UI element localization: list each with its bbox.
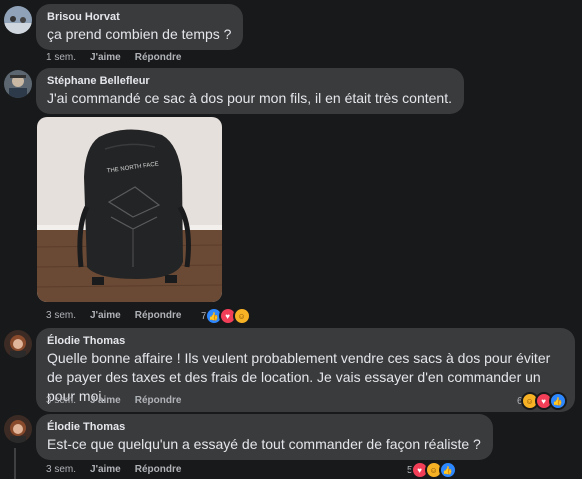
comment-actions: 3 sem. J'aime Répondre: [46, 395, 181, 406]
thread-line: [14, 448, 16, 479]
comment-actions: 1 sem. J'aime Répondre: [46, 52, 181, 63]
comment-bubble: Élodie Thomas Est-ce que quelqu'un a ess…: [36, 414, 493, 460]
like-icon: 👍: [438, 461, 457, 479]
comment-bubble: Brisou Horvat ça prend combien de temps …: [36, 4, 244, 50]
reaction-summary[interactable]: 7 👍 ♥ ☺: [201, 307, 251, 325]
comment-text: ça prend combien de temps ?: [47, 26, 232, 42]
comment-author[interactable]: Brisou Horvat: [47, 11, 231, 23]
like-icon: 👍: [548, 392, 567, 410]
comment-timestamp[interactable]: 3 sem.: [46, 464, 76, 475]
comment-author[interactable]: Élodie Thomas: [47, 421, 481, 433]
comment-photo[interactable]: THE NORTH FACE: [37, 117, 222, 302]
comment-text: Est-ce que quelqu'un a essayé de tout co…: [47, 436, 481, 452]
like-button[interactable]: J'aime: [90, 395, 121, 406]
reply-button[interactable]: Répondre: [135, 310, 182, 321]
comment-timestamp[interactable]: 1 sem.: [46, 52, 76, 63]
comment-timestamp[interactable]: 3 sem.: [46, 395, 76, 406]
comment-author[interactable]: Stéphane Bellefleur: [47, 75, 452, 87]
care-icon: ☺: [232, 307, 251, 325]
comment-text: J'ai commandé ce sac à dos pour mon fils…: [47, 90, 452, 106]
comment-timestamp[interactable]: 3 sem.: [46, 310, 76, 321]
comment-author[interactable]: Élodie Thomas: [47, 335, 563, 347]
reply-button[interactable]: Répondre: [135, 52, 182, 63]
comment-actions: 3 sem. J'aime Répondre: [46, 310, 181, 321]
avatar[interactable]: [4, 70, 32, 98]
reaction-summary[interactable]: 6 ☺ ♥ 👍: [517, 392, 567, 410]
avatar[interactable]: [4, 415, 32, 443]
avatar[interactable]: [4, 330, 32, 358]
reaction-summary[interactable]: 5 ♥ ☺ 👍: [407, 461, 457, 479]
reply-button[interactable]: Répondre: [135, 464, 182, 475]
reply-button[interactable]: Répondre: [135, 395, 182, 406]
like-button[interactable]: J'aime: [90, 464, 121, 475]
like-button[interactable]: J'aime: [90, 52, 121, 63]
comment-actions: 3 sem. J'aime Répondre: [46, 464, 181, 475]
comment-bubble: Stéphane Bellefleur J'ai commandé ce sac…: [36, 68, 464, 114]
like-button[interactable]: J'aime: [90, 310, 121, 321]
avatar[interactable]: [4, 6, 32, 34]
